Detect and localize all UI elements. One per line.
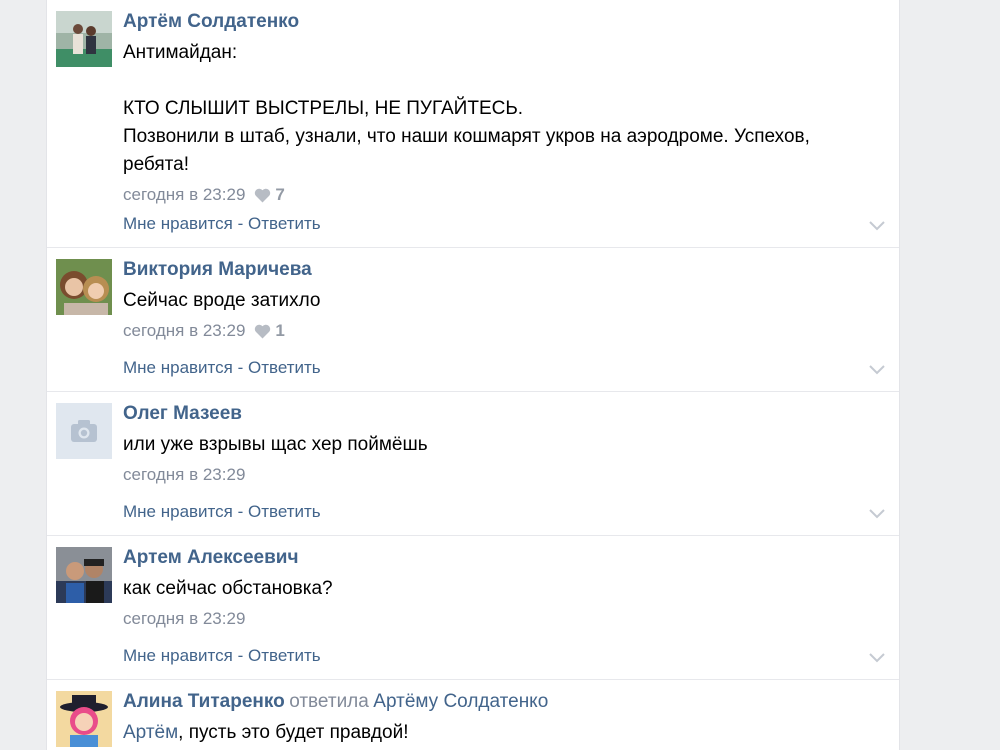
- comment-time[interactable]: сегодня в 23:29: [123, 184, 245, 206]
- chevron-down-icon[interactable]: [869, 365, 885, 375]
- like-button[interactable]: Мне нравится: [123, 646, 233, 665]
- comment-text: или уже взрывы щас хер поймёшь: [123, 434, 428, 455]
- like-count: 1: [275, 321, 285, 340]
- comment-meta: сегодня в 23:29 7: [123, 184, 879, 206]
- heart-icon[interactable]: [254, 324, 271, 339]
- mention-link[interactable]: Артём: [123, 722, 178, 743]
- comment-item: Виктория Маричева Сейчас вроде затихло с…: [47, 248, 899, 392]
- actions-separator: -: [232, 358, 248, 377]
- comment-meta: сегодня в 23:29: [123, 608, 879, 630]
- comment-actions: Мне нравится - Ответить: [123, 501, 321, 523]
- cartoon-girl-icon: [56, 691, 112, 747]
- comment-item: Олег Мазеев или уже взрывы щас хер поймё…: [47, 392, 899, 536]
- chevron-down-icon[interactable]: [869, 653, 885, 663]
- comment-time[interactable]: сегодня в 23:29: [123, 320, 245, 342]
- comment-time[interactable]: сегодня в 23:29: [123, 464, 245, 486]
- comment-body: Алина Титаренко ответила Артёму Солдатен…: [123, 690, 879, 747]
- comment-body: Виктория Маричева Сейчас вроде затихло с…: [123, 258, 879, 342]
- actions-separator: -: [232, 214, 248, 233]
- camera-placeholder-icon: [56, 403, 112, 459]
- author-avatar[interactable]: [56, 11, 112, 67]
- chevron-down-icon[interactable]: [869, 221, 885, 231]
- author-avatar[interactable]: [56, 547, 112, 603]
- author-avatar[interactable]: [56, 259, 112, 315]
- comment-time[interactable]: сегодня в 23:29: [123, 608, 245, 630]
- comment-body: Артем Алексеевич как сейчас обстановка? …: [123, 546, 879, 630]
- like-button[interactable]: Мне нравится: [123, 358, 233, 377]
- author-name[interactable]: Олег Мазеев: [123, 403, 242, 424]
- comment-text: Антимайдан: КТО СЛЫШИТ ВЫСТРЕЛЫ, НЕ ПУГА…: [123, 42, 810, 175]
- reply-to-link[interactable]: Артёму Солдатенко: [373, 691, 548, 712]
- author-name[interactable]: Артем Алексеевич: [123, 547, 299, 568]
- comment-meta: сегодня в 23:29: [123, 464, 879, 486]
- author-name[interactable]: Алина Титаренко: [123, 691, 285, 712]
- reply-button[interactable]: Ответить: [248, 214, 321, 233]
- comment-item: Алина Титаренко ответила Артёму Солдатен…: [47, 680, 899, 750]
- comment-actions: Мне нравится - Ответить: [123, 645, 321, 667]
- comment-body: Олег Мазеев или уже взрывы щас хер поймё…: [123, 402, 879, 486]
- comment-text: Артём, пусть это будет правдой!: [123, 719, 879, 747]
- reply-word: ответила: [289, 691, 369, 712]
- comment-item: Артём Солдатенко Антимайдан: КТО СЛЫШИТ …: [47, 0, 899, 248]
- author-name[interactable]: Артём Солдатенко: [123, 11, 299, 32]
- like-button[interactable]: Мне нравится: [123, 502, 233, 521]
- comment-actions: Мне нравится - Ответить: [123, 357, 321, 379]
- comments-feed: Артём Солдатенко Антимайдан: КТО СЛЫШИТ …: [46, 0, 900, 750]
- photo-two-men-icon: [56, 547, 112, 603]
- like-count: 7: [275, 185, 285, 204]
- comment-actions: Мне нравится - Ответить: [123, 213, 321, 235]
- reply-button[interactable]: Ответить: [248, 502, 321, 521]
- comment-body: Артём Солдатенко Антимайдан: КТО СЛЫШИТ …: [123, 10, 879, 206]
- actions-separator: -: [232, 646, 248, 665]
- photo-two-people-icon: [56, 11, 112, 67]
- reply-button[interactable]: Ответить: [248, 358, 321, 377]
- author-avatar[interactable]: [56, 691, 112, 747]
- author-avatar[interactable]: [56, 403, 112, 459]
- comment-text-body: , пусть это будет правдой!: [178, 722, 409, 743]
- heart-icon[interactable]: [254, 188, 271, 203]
- photo-two-girls-icon: [56, 259, 112, 315]
- author-name[interactable]: Виктория Маричева: [123, 259, 312, 280]
- like-button[interactable]: Мне нравится: [123, 214, 233, 233]
- comment-text: Сейчас вроде затихло: [123, 290, 321, 311]
- chevron-down-icon[interactable]: [869, 509, 885, 519]
- actions-separator: -: [232, 502, 248, 521]
- comment-text: как сейчас обстановка?: [123, 578, 333, 599]
- comment-item: Артем Алексеевич как сейчас обстановка? …: [47, 536, 899, 680]
- reply-button[interactable]: Ответить: [248, 646, 321, 665]
- comment-meta: сегодня в 23:29 1: [123, 320, 879, 342]
